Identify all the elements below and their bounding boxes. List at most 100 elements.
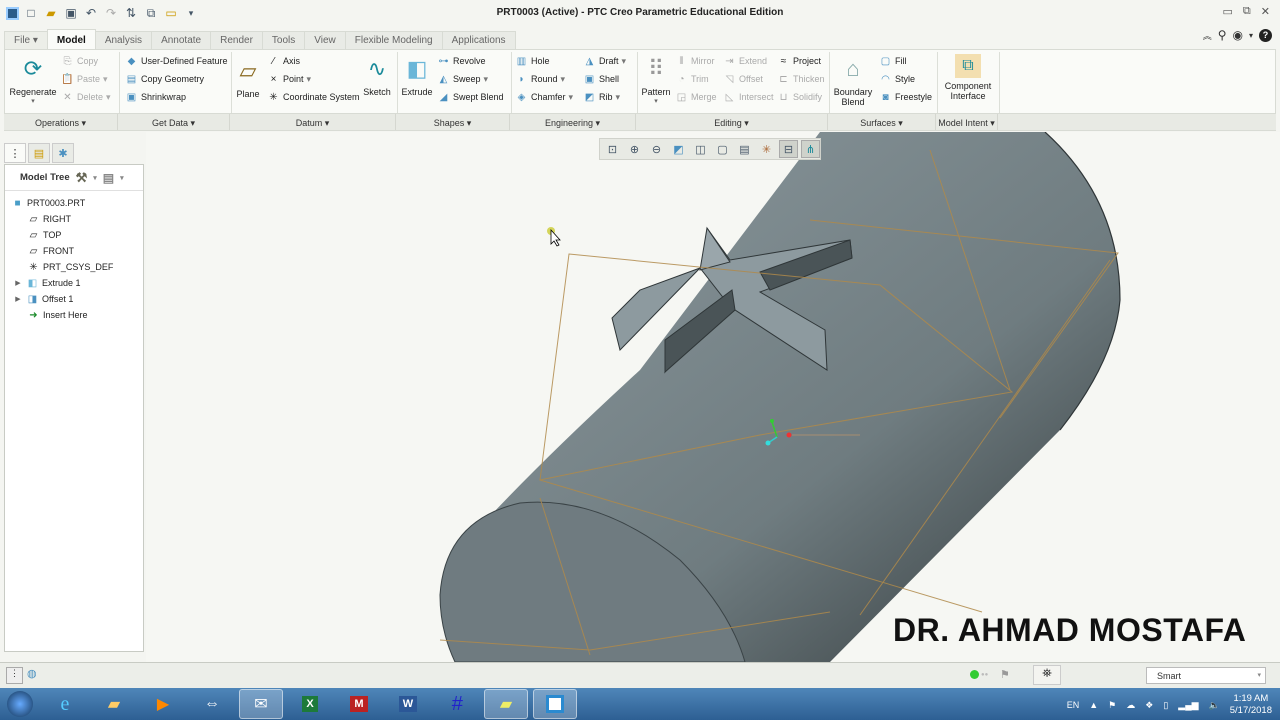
group-operations[interactable]: Operations ▾	[4, 114, 118, 130]
group-model-intent[interactable]: Model Intent ▾	[936, 114, 998, 130]
network-signal-icon[interactable]: ▂▄▆	[1178, 700, 1198, 711]
offset-button[interactable]: ◹ Offset	[723, 70, 774, 88]
thunderbird-icon[interactable]: ✉	[239, 689, 283, 719]
copy-button[interactable]: ⎘ Copy	[61, 52, 111, 70]
folder-browser-tab-icon[interactable]: ▤	[28, 143, 50, 163]
datum-display-icon[interactable]: ✳	[757, 140, 776, 158]
mendeley-icon[interactable]: M	[337, 689, 381, 719]
extrude-button[interactable]: ◧ Extrude	[401, 54, 433, 97]
tree-item-front[interactable]: ▱ FRONT	[5, 243, 143, 259]
tab-applications[interactable]: Applications	[441, 31, 516, 49]
solidify-button[interactable]: ⊔ Solidify	[777, 88, 825, 106]
volume-icon[interactable]: 🔈	[1209, 700, 1220, 711]
media-player-icon[interactable]: ▶	[141, 689, 185, 719]
language-indicator[interactable]: EN	[1067, 700, 1080, 710]
group-editing[interactable]: Editing ▾	[636, 114, 828, 130]
sticky-notes-icon[interactable]: ▰	[484, 689, 528, 719]
component-interface-button[interactable]: ⧉ Component Interface	[943, 54, 993, 101]
file-explorer-icon[interactable]: ▰	[92, 689, 136, 719]
group-get-data[interactable]: Get Data ▾	[118, 114, 230, 130]
extend-button[interactable]: ⇥ Extend	[723, 52, 774, 70]
clock[interactable]: 1:19 AM 5/17/2018	[1230, 693, 1272, 717]
refit-icon[interactable]: ⊡	[603, 140, 622, 158]
dropdown-icon[interactable]: ▾	[1249, 31, 1253, 40]
find-icon[interactable]: ⛯	[1033, 665, 1061, 685]
saved-orientations-icon[interactable]: ▢	[713, 140, 732, 158]
tab-view[interactable]: View	[304, 31, 346, 49]
show-browser-icon[interactable]: ◍	[27, 667, 44, 684]
coordinate-system-button[interactable]: ✳ Coordinate System	[267, 88, 359, 106]
regenerate-button[interactable]: ⟳ Regenerate ▾	[9, 54, 57, 105]
tab-file[interactable]: File ▾	[4, 31, 48, 49]
chamfer-button[interactable]: ◈ Chamfer ▾	[515, 88, 573, 106]
spin-center-icon[interactable]: ⊟	[779, 140, 798, 158]
tree-item-extrude[interactable]: ▶ ◧ Extrude 1	[5, 275, 143, 291]
rib-button[interactable]: ◩ Rib ▾	[583, 88, 626, 106]
excel-icon[interactable]: X	[288, 689, 332, 719]
model-tree-tab-icon[interactable]: ⋮	[4, 143, 26, 163]
start-button-icon[interactable]	[2, 689, 38, 719]
dropbox-icon[interactable]: ❖	[1145, 700, 1153, 711]
group-datum[interactable]: Datum ▾	[230, 114, 396, 130]
action-center-flag-icon[interactable]: ⚑	[1108, 700, 1116, 711]
word-icon[interactable]: W	[386, 689, 430, 719]
draft-button[interactable]: ◮ Draft ▾	[583, 52, 626, 70]
show-navigator-icon[interactable]: ⋮	[6, 667, 23, 684]
paste-button[interactable]: 📋 Paste ▾	[61, 70, 111, 88]
thicken-button[interactable]: ⊏ Thicken	[777, 70, 824, 88]
revolve-button[interactable]: ⊶ Revolve	[437, 52, 504, 70]
selection-filter-dropdown[interactable]: Smart ▾	[1146, 667, 1266, 684]
restore-icon[interactable]: ⧉	[1243, 5, 1251, 18]
tree-settings-dropdown-icon[interactable]: ▾	[93, 174, 97, 182]
freestyle-button[interactable]: ◙ Freestyle	[879, 88, 932, 106]
power-icon[interactable]: ▯	[1163, 700, 1168, 711]
internet-explorer-icon[interactable]: e	[43, 689, 87, 719]
tab-render[interactable]: Render	[210, 31, 263, 49]
axis-button[interactable]: ⁄ Axis	[267, 52, 360, 70]
creo-icon[interactable]	[533, 689, 577, 719]
minimize-ribbon-icon[interactable]: ︽	[1203, 29, 1212, 42]
point-button[interactable]: × Point ▾	[267, 70, 360, 88]
tab-model[interactable]: Model	[46, 29, 96, 49]
group-shapes[interactable]: Shapes ▾	[396, 114, 510, 130]
tree-item-insert-here[interactable]: ➜ Insert Here	[5, 307, 143, 323]
shell-button[interactable]: ▣ Shell	[583, 70, 626, 88]
help-icon[interactable]: ?	[1259, 28, 1272, 42]
expand-arrow-icon[interactable]: ▶	[13, 279, 23, 287]
round-button[interactable]: ◗ Round ▾	[515, 70, 573, 88]
message-flag-icon[interactable]: ⚑	[1000, 668, 1010, 681]
annotation-display-icon[interactable]: ⋔	[801, 140, 820, 158]
tree-columns-icon[interactable]: ▤	[103, 171, 114, 185]
copy-geometry-button[interactable]: ▤ Copy Geometry	[125, 70, 228, 88]
tree-item-offset[interactable]: ▶ ◨ Offset 1	[5, 291, 143, 307]
search-icon[interactable]: ⚲	[1218, 28, 1227, 42]
onedrive-icon[interactable]: ☁	[1126, 700, 1135, 711]
project-button[interactable]: ≈ Project	[777, 52, 825, 70]
group-surfaces[interactable]: Surfaces ▾	[828, 114, 936, 130]
style-button[interactable]: ◠ Style	[879, 70, 932, 88]
group-engineering[interactable]: Engineering ▾	[510, 114, 636, 130]
display-style-icon[interactable]: ◫	[691, 140, 710, 158]
udf-button[interactable]: ◆ User-Defined Feature	[125, 52, 228, 70]
sweep-button[interactable]: ◭ Sweep ▾	[437, 70, 504, 88]
graphics-window[interactable]	[146, 132, 1280, 662]
hole-button[interactable]: ▥ Hole	[515, 52, 573, 70]
tree-settings-icon[interactable]: ⚒	[76, 170, 88, 186]
pattern-button[interactable]: ⠿ Pattern ▾	[641, 54, 671, 105]
tree-columns-dropdown-icon[interactable]: ▾	[120, 174, 124, 182]
repaint-icon[interactable]: ◩	[669, 140, 688, 158]
tree-item-part[interactable]: ■ PRT0003.PRT	[5, 195, 143, 211]
zoom-in-icon[interactable]: ⊕	[625, 140, 644, 158]
close-icon[interactable]: ✕	[1261, 5, 1270, 18]
tab-annotate[interactable]: Annotate	[151, 31, 212, 49]
sketch-button[interactable]: ∿ Sketch	[361, 54, 393, 97]
fill-button[interactable]: ▢ Fill	[879, 52, 932, 70]
merge-button[interactable]: ◲ Merge	[675, 88, 717, 106]
notation-app-icon[interactable]: #	[435, 689, 479, 719]
community-icon[interactable]: ◉	[1233, 28, 1243, 42]
zoom-out-icon[interactable]: ⊖	[647, 140, 666, 158]
swept-blend-button[interactable]: ◢ Swept Blend	[437, 88, 504, 106]
view-manager-icon[interactable]: ▤	[735, 140, 754, 158]
minimize-icon[interactable]: ▭	[1223, 5, 1233, 18]
tree-item-top[interactable]: ▱ TOP	[5, 227, 143, 243]
